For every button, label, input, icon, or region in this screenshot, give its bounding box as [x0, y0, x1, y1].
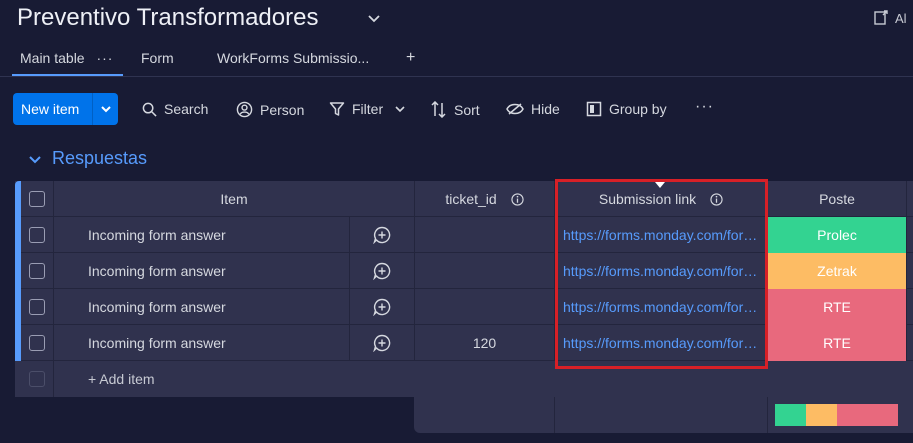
table-header-row: Item ticket_id Submission link Poste: [21, 181, 913, 217]
item-name[interactable]: Incoming form answer: [54, 289, 350, 325]
integrate-label: Al: [895, 10, 907, 26]
summary-row: [414, 397, 913, 433]
row-checkbox-cell: [21, 253, 54, 289]
sort-button[interactable]: Sort: [431, 101, 480, 118]
add-item-checkbox: [29, 371, 45, 387]
submission-link[interactable]: https://forms.monday.com/forms/submissio…: [555, 263, 767, 279]
integrate-control[interactable]: Al: [873, 10, 907, 26]
poste-status[interactable]: Prolec: [768, 217, 907, 253]
row-checkbox-cell: [21, 289, 54, 325]
tab-form[interactable]: Form: [141, 50, 174, 66]
person-filter-button[interactable]: Person: [236, 101, 304, 118]
table-row[interactable]: Incoming form answer https://forms.monda…: [21, 289, 913, 325]
ticket-id-cell[interactable]: [415, 217, 555, 253]
add-update-icon[interactable]: [350, 217, 415, 253]
group-header[interactable]: Respuestas: [28, 148, 147, 169]
item-name[interactable]: Incoming form answer: [54, 217, 350, 253]
eye-off-icon: [506, 103, 524, 115]
submission-link-cell[interactable]: https://forms.monday.com/forms/submissio…: [555, 253, 768, 289]
column-header-poste[interactable]: Poste: [768, 181, 907, 217]
select-all-cell: [21, 181, 54, 217]
poste-status[interactable]: RTE: [768, 325, 907, 361]
add-item-checkbox-cell: [21, 361, 54, 397]
table-row[interactable]: Incoming form answer https://forms.monda…: [21, 253, 913, 289]
row-checkbox[interactable]: [29, 335, 45, 351]
poste-status[interactable]: Zetrak: [768, 253, 907, 289]
tab-main-table[interactable]: Main table ···: [20, 50, 113, 66]
column-title: Submission link: [598, 191, 697, 207]
board-table: Item ticket_id Submission link Poste Inc…: [15, 181, 913, 397]
submission-link-cell[interactable]: https://forms.monday.com/forms/submissio…: [555, 325, 768, 361]
column-header-item[interactable]: Item: [54, 181, 415, 217]
submission-link[interactable]: https://forms.monday.com/forms/submissio…: [555, 335, 767, 351]
table-row[interactable]: Incoming form answer 120 https://forms.m…: [21, 325, 913, 361]
search-label: Search: [164, 101, 209, 117]
row-checkbox[interactable]: [29, 227, 45, 243]
row-checkbox[interactable]: [29, 299, 45, 315]
row-checkbox-cell: [21, 325, 54, 361]
item-name[interactable]: Incoming form answer: [54, 253, 350, 289]
add-update-icon[interactable]: [350, 289, 415, 325]
person-label: Person: [260, 101, 305, 118]
group-by-label: Group by: [609, 101, 667, 117]
table-row[interactable]: Incoming form answer https://forms.monda…: [21, 217, 913, 253]
board-title[interactable]: Preventivo Transformadores: [17, 4, 318, 32]
submission-link[interactable]: https://forms.monday.com/forms/submissio…: [555, 227, 767, 243]
poste-status[interactable]: RTE: [768, 289, 907, 325]
summary-segment: [836, 404, 898, 426]
more-options-icon[interactable]: ···: [695, 98, 714, 116]
info-icon[interactable]: [511, 192, 524, 206]
add-item-row[interactable]: + Add item: [15, 361, 913, 397]
select-all-checkbox[interactable]: [29, 191, 45, 207]
item-name[interactable]: Incoming form answer: [54, 325, 350, 361]
add-update-icon[interactable]: [350, 325, 415, 361]
filter-button[interactable]: Filter: [329, 101, 406, 117]
summary-divider: [554, 397, 555, 433]
group-by-icon: [586, 101, 602, 117]
chevron-down-icon[interactable]: [394, 103, 406, 115]
poste-summary-bar[interactable]: [775, 404, 898, 426]
summary-segment: [775, 404, 806, 426]
ticket-id-cell[interactable]: [415, 289, 555, 325]
filter-icon: [329, 102, 345, 116]
chevron-down-icon[interactable]: [28, 152, 42, 166]
group-by-button[interactable]: Group by: [586, 101, 667, 117]
new-item-button[interactable]: New item: [13, 93, 118, 125]
ticket-id-cell[interactable]: [415, 253, 555, 289]
row-checkbox[interactable]: [29, 263, 45, 279]
add-item-button[interactable]: + Add item: [54, 361, 454, 397]
group-title[interactable]: Respuestas: [52, 148, 147, 169]
tab-label: Main table: [20, 50, 85, 66]
summary-segment: [805, 404, 837, 426]
person-icon: [236, 101, 253, 118]
ticket-id-cell[interactable]: 120: [415, 325, 555, 361]
filter-label: Filter: [352, 101, 384, 117]
chevron-down-icon[interactable]: [366, 10, 382, 26]
more-icon[interactable]: ···: [96, 50, 113, 66]
add-view-icon[interactable]: +: [406, 49, 415, 67]
chevron-down-icon[interactable]: [93, 103, 118, 115]
search-button[interactable]: Search: [142, 101, 208, 117]
hide-button[interactable]: Hide: [506, 101, 560, 117]
submission-link-cell[interactable]: https://forms.monday.com/forms/submissio…: [555, 217, 768, 253]
caret-down-icon: [655, 182, 665, 188]
tab-workforms[interactable]: WorkForms Submissio...: [217, 50, 369, 66]
integrate-icon: [874, 10, 888, 25]
row-checkbox-cell: [21, 217, 54, 253]
sort-icon: [431, 101, 446, 118]
sort-label: Sort: [454, 101, 480, 118]
hide-label: Hide: [531, 101, 560, 117]
info-icon[interactable]: [710, 192, 723, 206]
add-update-icon[interactable]: [350, 253, 415, 289]
submission-link-cell[interactable]: https://forms.monday.com/forms/submissio…: [555, 289, 768, 325]
column-title: ticket_id: [445, 191, 497, 207]
submission-link[interactable]: https://forms.monday.com/forms/submissio…: [555, 299, 767, 315]
tabs-divider: [0, 76, 913, 77]
view-tabs: Main table ··· Form WorkForms Submissio.…: [0, 44, 913, 78]
new-item-label: New item: [21, 101, 80, 117]
column-header-ticket-id[interactable]: ticket_id: [415, 181, 555, 217]
search-icon: [142, 102, 157, 117]
summary-divider: [767, 397, 768, 433]
